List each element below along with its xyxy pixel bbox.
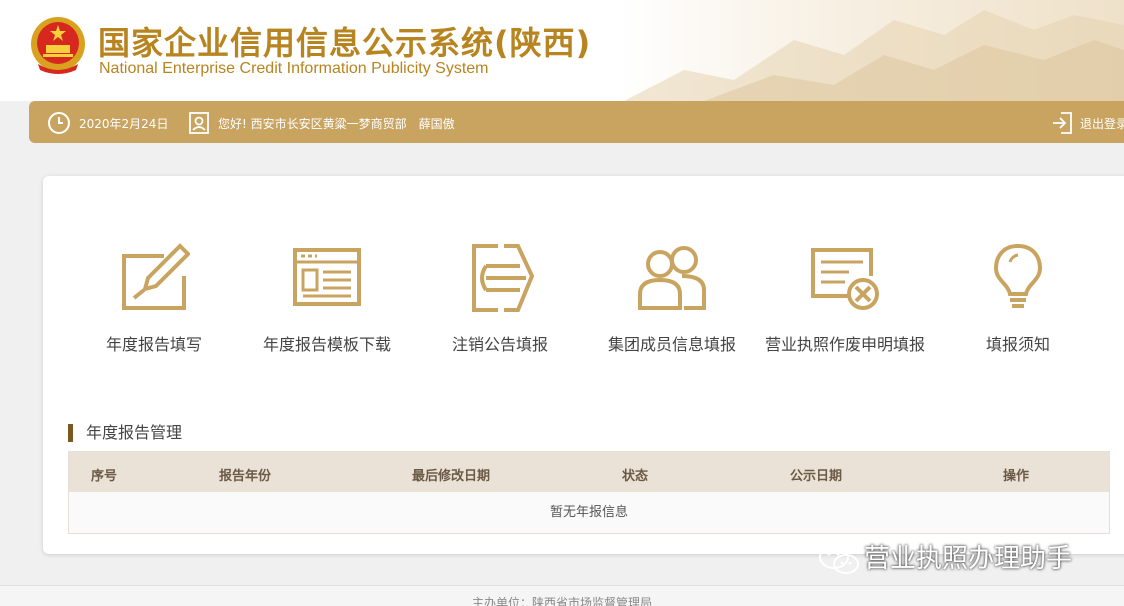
column-header: 操作 <box>1003 469 1030 484</box>
license-void-icon <box>811 248 879 310</box>
tile-label: 填报须知 <box>985 335 1050 354</box>
template-download-icon <box>293 248 361 306</box>
tile-label: 年度报告填写 <box>105 335 202 354</box>
table-header: 序号 报告年份 最后修改日期 状态 公示日期 操作 <box>69 452 1109 492</box>
logout-link[interactable]: 退出登录 <box>1080 115 1124 132</box>
tile-label: 集团成员信息填报 <box>607 335 736 354</box>
tile-label: 营业执照作废申明填报 <box>765 335 926 354</box>
user-greeting: 您好! 西安市长安区黄粱一梦商贸部 薛国傲 <box>218 117 455 131</box>
tile-template-download[interactable]: 年度报告模板下载 <box>247 242 407 356</box>
user-card-icon <box>189 112 209 134</box>
site-header: 国家企业信用信息公示系统(陕西) National Enterprise Cre… <box>0 0 1124 101</box>
column-header: 最后修改日期 <box>412 469 491 484</box>
cancel-notice-icon <box>472 244 535 312</box>
tile-filing-notice[interactable]: 填报须知 <box>938 242 1098 356</box>
system-title-english: National Enterprise Credit Information P… <box>99 60 489 77</box>
system-title: 国家企业信用信息公示系统(陕西) <box>98 24 592 62</box>
column-header: 公示日期 <box>790 469 843 484</box>
wechat-icon <box>819 544 859 574</box>
tile-cancellation-notice[interactable]: 注销公告填报 <box>420 242 580 356</box>
current-date: 2020年2月24日 <box>79 117 169 131</box>
tile-label: 注销公告填报 <box>451 335 548 354</box>
edit-form-icon <box>122 243 190 310</box>
wechat-watermark: 营业执照办理助手 <box>818 538 1072 574</box>
empty-state-row: 暂无年报信息 <box>69 492 1109 533</box>
annual-report-section-title: 年度报告管理 <box>68 424 182 442</box>
column-header: 序号 <box>91 469 118 484</box>
group-members-icon <box>638 246 706 310</box>
tile-group-members[interactable]: 集团成员信息填报 <box>592 242 752 356</box>
lightbulb-icon <box>993 243 1043 308</box>
tile-label: 年度报告模板下载 <box>262 335 391 354</box>
main-panel: 年度报告填写 年度报告模板下载 注销公告填报 集团成员信息填报 营业执照作废申明… <box>43 176 1124 554</box>
logout-icon[interactable] <box>1051 111 1073 135</box>
national-emblem-icon <box>31 17 85 74</box>
tile-annual-report-fill[interactable]: 年度报告填写 <box>74 242 234 356</box>
clock-icon <box>48 112 70 134</box>
page-footer: 主办单位：陕西省市场监督管理局 <box>0 585 1124 606</box>
tile-license-void[interactable]: 营业执照作废申明填报 <box>765 242 925 356</box>
user-info-bar: 2020年2月24日 您好! 西安市长安区黄粱一梦商贸部 薛国傲 退出登录 <box>29 101 1124 143</box>
column-header: 状态 <box>622 469 649 484</box>
mountain-background <box>624 10 1124 101</box>
annual-report-table: 序号 报告年份 最后修改日期 状态 公示日期 操作 暂无年报信息 <box>68 451 1110 534</box>
column-header: 报告年份 <box>219 469 272 484</box>
watermark-text: 营业执照办理助手 <box>864 544 1073 574</box>
